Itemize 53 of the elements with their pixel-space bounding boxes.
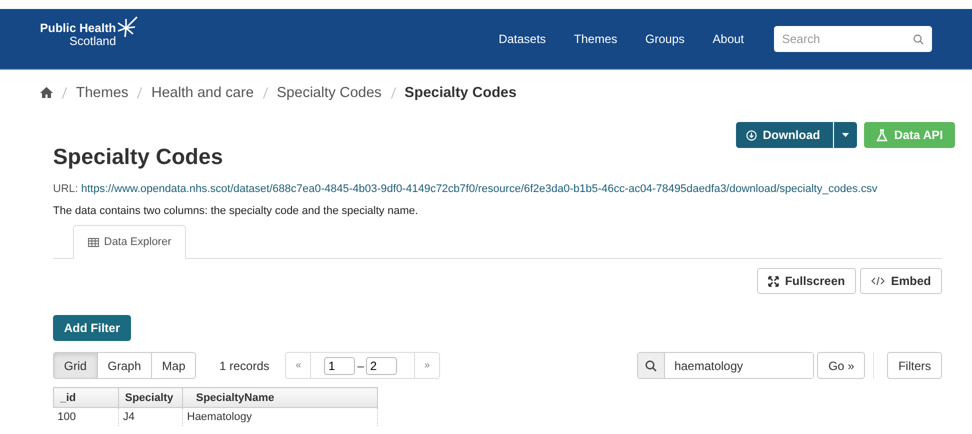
page-title: Specialty Codes [53,144,223,170]
nav-link[interactable]: Themes [560,32,632,46]
table-icon [88,238,99,246]
column-header[interactable]: SpecialtyName [182,388,378,408]
logo-text[interactable]: Public Health [40,22,116,35]
breadcrumb-separator-icon [62,86,67,98]
expand-icon [768,276,779,286]
range-from-field[interactable]: 1 [324,356,356,374]
breadcrumb-link[interactable]: Themes [76,84,128,100]
search-icon[interactable] [913,34,924,45]
view-toggle[interactable]: Graph [96,352,152,379]
view-toggle[interactable]: Map [151,352,196,379]
breadcrumb-separator-icon [390,86,396,98]
table-cell: J4 [118,408,182,426]
next-page-button[interactable]: » [414,352,440,379]
home-icon[interactable] [40,87,53,98]
breadcrumb-link[interactable]: Health and care [151,84,254,100]
search-icon [645,360,658,372]
breadcrumb-separator-icon [137,86,142,98]
resource-description: The data contains two columns: the specialty code and the specialty name. [53,205,420,217]
download-button[interactable]: Download [736,122,834,148]
search-field[interactable]: Search [774,26,932,52]
url-label: URL: [53,183,78,195]
caret-icon [842,133,850,137]
data-explorer-tab[interactable]: Data Explorer [73,225,186,259]
dropdown-toggle[interactable] [834,122,858,148]
flask-icon [876,128,888,142]
embed-button[interactable]: Embed [860,268,942,294]
column-header[interactable]: Specialty [118,388,182,408]
code-icon [870,276,885,286]
view-toggle[interactable]: Grid [53,352,98,379]
nav-link[interactable]: Groups [631,32,699,46]
go-button[interactable]: Go » [817,352,866,379]
starburst-icon [116,16,138,38]
download-icon [746,130,757,140]
resource-url-link[interactable]: https://www.opendata.nhs.scot/dataset/688c7ea0-4845-4b03-9df0-4149c72cb7f0/resource/6f2e3da0-b1b5-46cc-ac04-78495daedfa3/download/specialty_codes.csv [81,183,878,195]
breadcrumb-link[interactable]: Specialty Codes [404,84,517,100]
filters-button[interactable]: Filters [887,352,942,379]
table-cell: 100 [54,408,118,426]
query-field[interactable]: haematology [637,352,814,379]
range-to-field[interactable]: 2 [366,356,398,374]
breadcrumb-separator-icon [262,86,268,98]
logo-text[interactable]: Scotland [69,35,116,48]
previous-page-button[interactable]: « [285,352,312,379]
table-cell: Haematology [182,408,378,426]
nav-link[interactable]: Datasets [484,32,560,46]
fullscreen-button[interactable]: Fullscreen [756,268,856,294]
nav-link[interactable]: About [698,32,758,46]
breadcrumb-link[interactable]: Specialty Codes [276,84,382,100]
add-filter-button[interactable]: Add Filter [53,315,131,341]
column-header[interactable]: _id [54,388,118,408]
record-count: 1 records [219,358,270,372]
range-separator: – [357,358,364,372]
